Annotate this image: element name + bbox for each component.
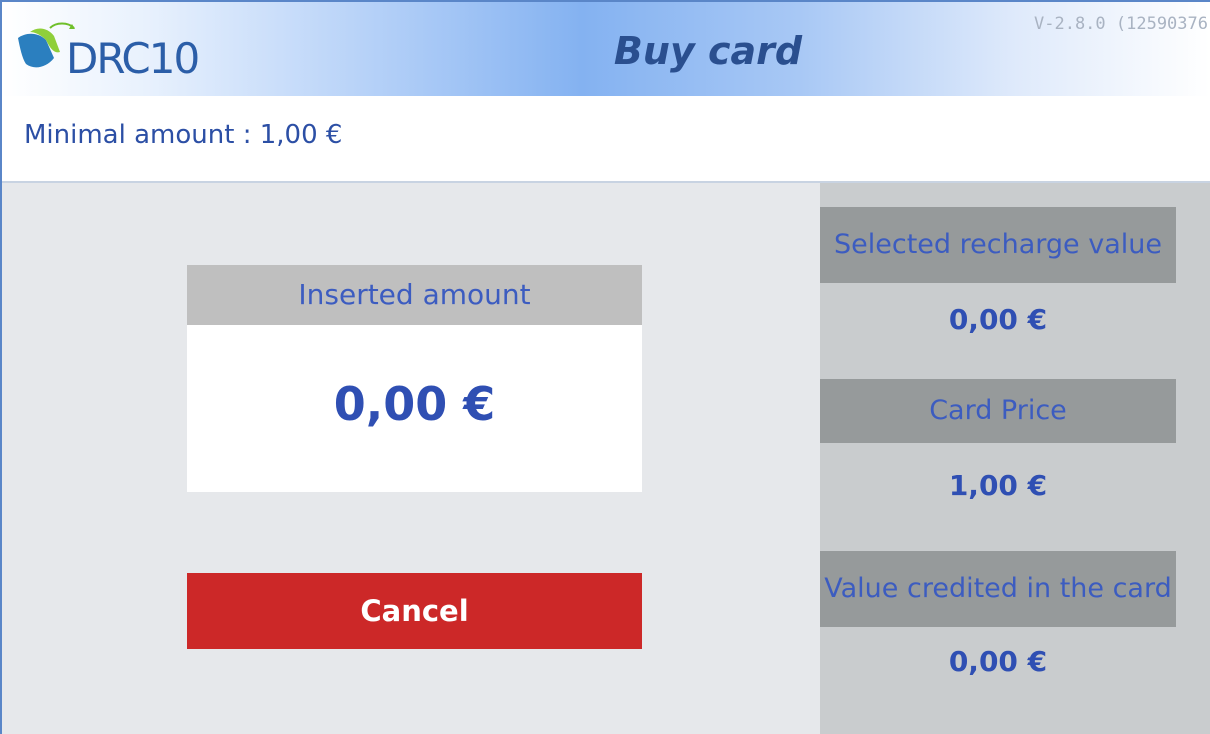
credited-value: 0,00 € — [948, 645, 1048, 678]
credited-value-label-text: Value credited in the card — [824, 573, 1172, 604]
cancel-button[interactable]: Cancel — [187, 573, 642, 649]
brand-logo: DRC10 — [16, 18, 226, 88]
kiosk-screen: DRC10 Buy card V-2.8.0 (12590376 Minimal… — [0, 0, 1210, 734]
logo-text: DRC10 — [66, 34, 200, 83]
selected-recharge-label: Selected recharge value — [820, 207, 1176, 283]
inserted-amount-label: Inserted amount — [187, 265, 642, 325]
version-label: V-2.8.0 (12590376 — [1034, 14, 1208, 34]
card-price-value: 1,00 € — [948, 469, 1048, 502]
minimal-amount-text: Minimal amount : 1,00 € — [24, 120, 343, 150]
header-bar: DRC10 Buy card V-2.8.0 (12590376 — [2, 2, 1210, 97]
card-price-label: Card Price — [820, 379, 1176, 443]
card-price-label-text: Card Price — [929, 395, 1067, 426]
minimal-amount-bar: Minimal amount : 1,00 € — [2, 96, 1210, 183]
credited-value-label: Value credited in the card — [820, 551, 1176, 627]
inserted-amount-box: 0,00 € — [187, 325, 642, 492]
summary-panel: Selected recharge value 0,00 € Card Pric… — [820, 183, 1210, 734]
inserted-amount-value: 0,00 € — [333, 377, 496, 431]
selected-recharge-value: 0,00 € — [948, 303, 1048, 336]
selected-recharge-label-text: Selected recharge value — [834, 229, 1162, 260]
